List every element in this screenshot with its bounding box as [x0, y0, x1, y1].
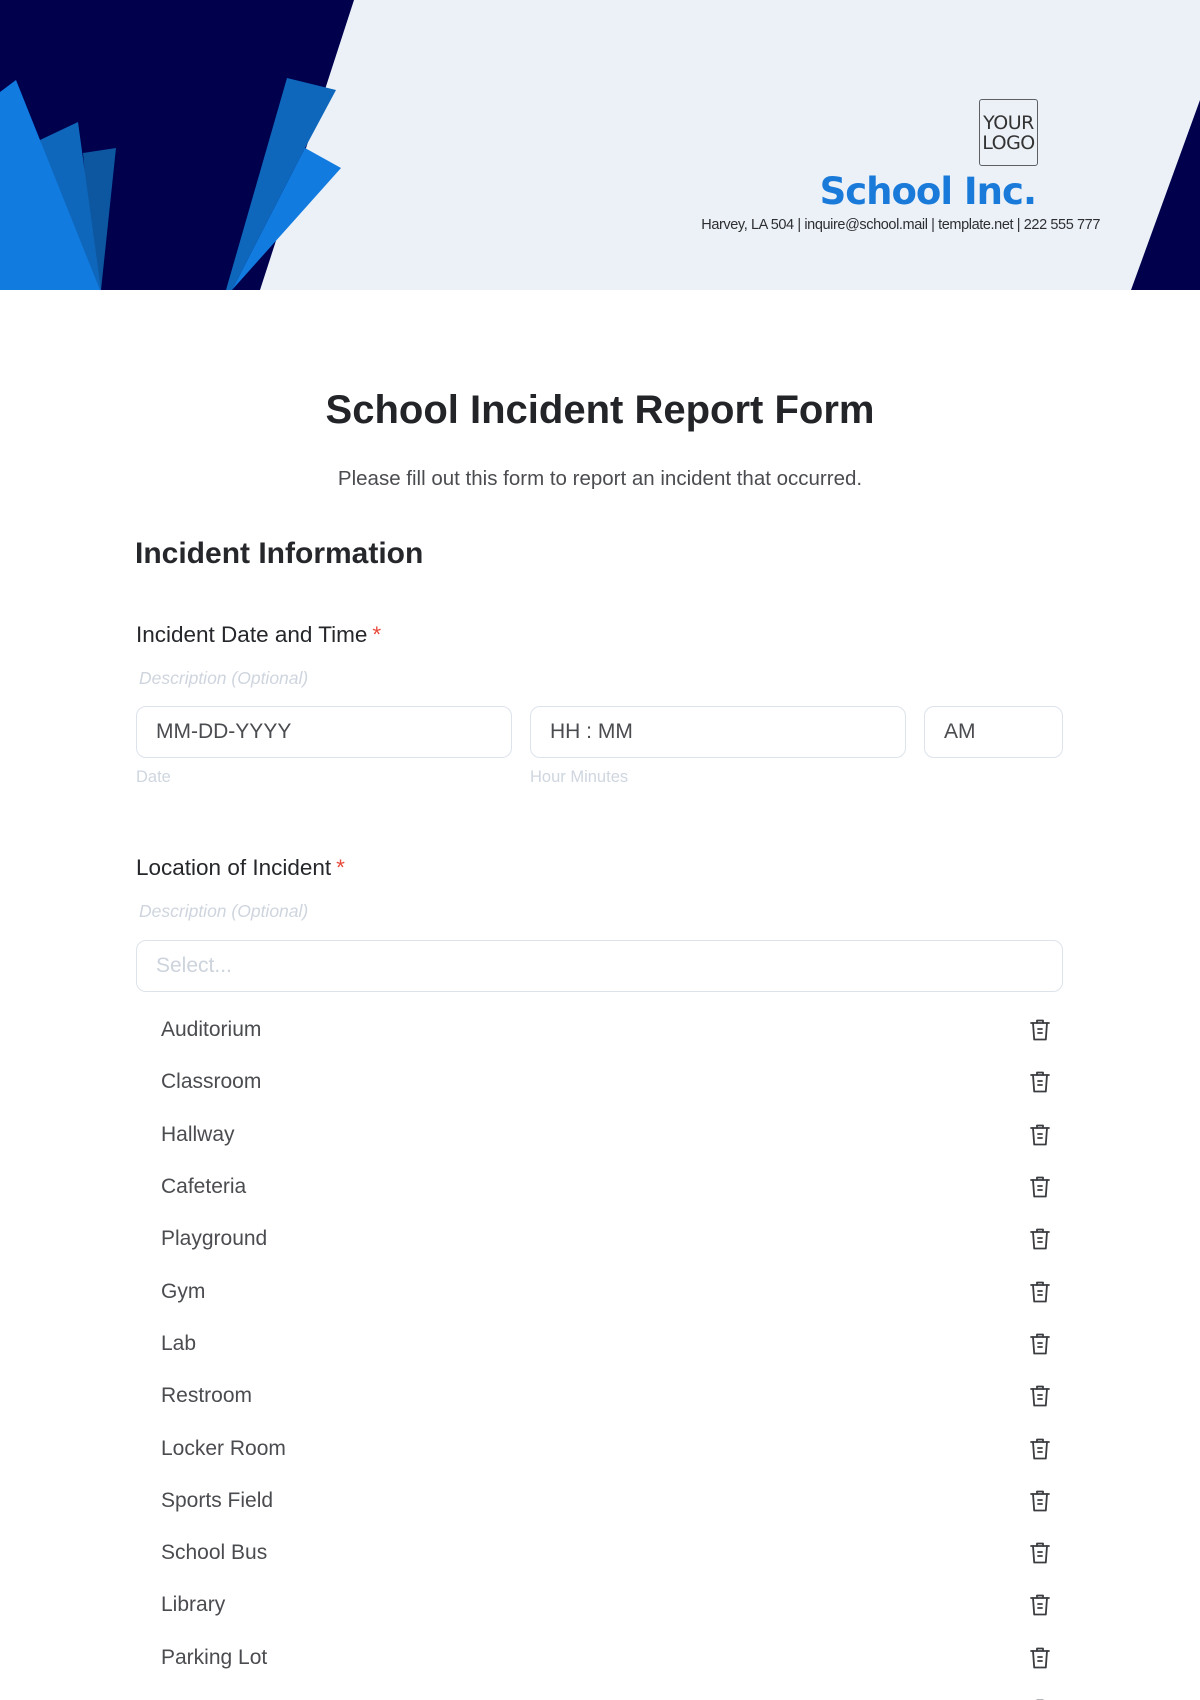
trash-icon[interactable] [1027, 1121, 1053, 1149]
time-placeholder: HH : MM [550, 720, 633, 743]
ampm-value: AM [944, 720, 976, 743]
option-label: Auditorium [161, 1018, 262, 1042]
location-option-row[interactable]: Locker Room [136, 1422, 1063, 1474]
time-sublabel: Hour Minutes [530, 768, 629, 786]
trash-icon[interactable] [1027, 1487, 1053, 1515]
required-asterisk: * [336, 855, 345, 880]
option-label: Restroom [161, 1384, 253, 1408]
location-option-row[interactable]: Cafeteria [136, 1161, 1063, 1213]
form-subtitle: Please fill out this form to report an i… [337, 467, 863, 490]
trash-icon[interactable] [1027, 1696, 1053, 1700]
logo-placeholder: YOUR LOGO [979, 99, 1038, 166]
option-label: Hallway [161, 1122, 235, 1146]
trash-icon[interactable] [1027, 1330, 1053, 1358]
trash-icon[interactable] [1027, 1644, 1053, 1672]
date-input[interactable]: MM-DD-YYYY [136, 706, 512, 758]
location-option-row[interactable]: Sports Field [136, 1475, 1063, 1527]
option-label: Cafeteria [161, 1175, 247, 1199]
date-placeholder: MM-DD-YYYY [156, 720, 292, 743]
option-label: School Bus [161, 1541, 268, 1565]
time-input[interactable]: HH : MM [530, 706, 906, 758]
location-option-row[interactable] [136, 1684, 1063, 1700]
option-label: Gym [161, 1279, 206, 1303]
location-option-row[interactable]: Gym [136, 1265, 1063, 1317]
trash-icon[interactable] [1027, 1278, 1053, 1306]
date-time-description: Description (Optional) [139, 668, 309, 688]
location-option-row[interactable]: Auditorium [136, 1004, 1063, 1056]
right-corner-navy [1131, 100, 1200, 290]
location-option-row[interactable]: Lab [136, 1318, 1063, 1370]
option-label: Classroom [161, 1070, 262, 1094]
date-sublabel: Date [136, 768, 171, 786]
select-placeholder: Select... [156, 954, 232, 977]
trash-icon[interactable] [1027, 1435, 1053, 1463]
trash-icon[interactable] [1027, 1382, 1053, 1410]
location-select[interactable]: Select... [136, 940, 1063, 992]
location-option-row[interactable]: School Bus [136, 1527, 1063, 1579]
required-asterisk: * [372, 622, 382, 647]
option-label: Locker Room [161, 1436, 286, 1460]
option-label: Playground [161, 1227, 268, 1251]
location-options-list: Auditorium Classroom Hallway Cafeteria Playg… [136, 1004, 1063, 1700]
trash-icon[interactable] [1027, 1539, 1053, 1567]
form-title: School Incident Report Form [325, 388, 875, 432]
trash-icon[interactable] [1027, 1173, 1053, 1201]
company-contact: Harvey, LA 504 | inquire@school.mail | t… [701, 217, 1100, 233]
trash-icon[interactable] [1027, 1068, 1053, 1096]
trash-icon[interactable] [1027, 1016, 1053, 1044]
location-label: Location of Incident * [136, 855, 345, 881]
location-option-row[interactable]: Library [136, 1579, 1063, 1631]
location-option-row[interactable]: Classroom [136, 1056, 1063, 1108]
ampm-select[interactable]: AM [924, 706, 1063, 758]
trash-icon[interactable] [1027, 1591, 1053, 1619]
date-time-label-text: Incident Date and Time [136, 622, 368, 647]
logo-text-line1: YOUR [983, 111, 1034, 134]
location-option-row[interactable]: Hallway [136, 1109, 1063, 1161]
company-name: School Inc. [819, 170, 1037, 213]
option-label: Lab [161, 1331, 197, 1355]
trash-icon[interactable] [1027, 1225, 1053, 1253]
location-label-text: Location of Incident [136, 855, 332, 880]
option-label: Parking Lot [161, 1645, 268, 1669]
location-option-row[interactable]: Playground [136, 1213, 1063, 1265]
location-description: Description (Optional) [139, 901, 309, 921]
section-title: Incident Information [135, 537, 424, 570]
location-option-row[interactable]: Restroom [136, 1370, 1063, 1422]
location-option-row[interactable]: Parking Lot [136, 1632, 1063, 1684]
logo-text-line2: LOGO [982, 131, 1035, 154]
date-time-label: Incident Date and Time * [136, 622, 381, 648]
letterhead-banner: YOUR LOGO School Inc. Harvey, LA 504 | i… [0, 0, 1200, 290]
option-label: Sports Field [161, 1488, 274, 1512]
option-label: Library [161, 1593, 226, 1617]
